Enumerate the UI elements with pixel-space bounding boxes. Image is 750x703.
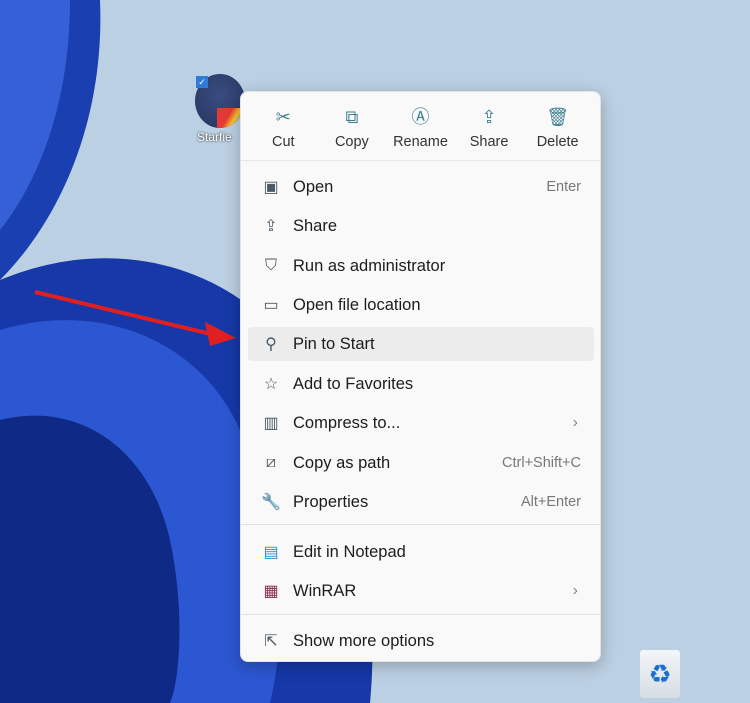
item-label: Properties	[293, 492, 369, 511]
separator	[241, 524, 600, 525]
zip-folder-icon: ▥	[263, 415, 279, 432]
recycle-bin-icon[interactable]: ♻	[640, 650, 680, 698]
menu-item-copy-as-path[interactable]: ⧄ Copy as path Ctrl+Shift+C	[248, 446, 594, 480]
menu-item-add-to-favorites[interactable]: ☆ Add to Favorites	[248, 367, 594, 401]
shortcut: Alt+Enter	[520, 494, 581, 510]
menu-item-pin-to-start[interactable]: ⚲ Pin to Start	[248, 327, 594, 361]
shield-icon: ⛉	[264, 257, 277, 274]
delete-button[interactable]: 🗑 Delete	[523, 92, 592, 160]
share-button[interactable]: ⇪ Share	[455, 92, 524, 160]
context-menu: ✂ Cut ⧉ Copy Ⓐ Rename ⇪ Share 🗑 Delete ▣ Open E…	[240, 91, 601, 662]
item-label: Share	[293, 216, 338, 235]
item-label: Add to Favorites	[293, 374, 414, 393]
menu-item-run-as-admin[interactable]: ⛉ Run as administrator	[248, 249, 594, 283]
context-toolbar: ✂ Cut ⧉ Copy Ⓐ Rename ⇪ Share 🗑 Delete	[241, 92, 600, 161]
star-icon: ☆	[263, 376, 279, 393]
copy-button[interactable]: ⧉ Copy	[318, 92, 387, 160]
rename-label: Rename	[393, 134, 448, 150]
chevron-right-icon: ›	[572, 582, 578, 599]
share-icon: ⇪	[481, 107, 497, 127]
menu-item-open[interactable]: ▣ Open Enter	[248, 170, 594, 204]
expand-icon: ⇱	[264, 633, 278, 650]
share-icon: ⇪	[264, 218, 278, 235]
chevron-right-icon: ›	[572, 414, 578, 431]
menu-item-properties[interactable]: 🔧 Properties Alt+Enter	[248, 485, 594, 519]
shortcut: Ctrl+Shift+C	[502, 455, 581, 471]
rename-icon: Ⓐ	[411, 107, 430, 127]
menu-item-compress[interactable]: ▥ Compress to... ›	[248, 406, 594, 440]
copy-icon: ⧉	[345, 107, 359, 127]
item-label: Run as administrator	[293, 256, 446, 275]
item-label: WinRAR	[293, 581, 357, 600]
cut-button[interactable]: ✂ Cut	[249, 92, 318, 160]
menu-item-show-more-options[interactable]: ⇱ Show more options	[248, 624, 594, 658]
wrench-icon: 🔧	[261, 494, 281, 511]
item-label: Edit in Notepad	[293, 542, 406, 561]
menu-item-winrar[interactable]: ▦ WinRAR ›	[248, 574, 594, 608]
winrar-icon: ▦	[263, 583, 279, 600]
pin-icon: ⚲	[265, 336, 277, 353]
item-label: Show more options	[293, 631, 435, 650]
rename-button[interactable]: Ⓐ Rename	[386, 92, 455, 160]
checkbox-icon[interactable]: ✓	[196, 76, 208, 88]
notepad-icon: ▤	[263, 544, 279, 561]
trash-icon: 🗑	[546, 107, 570, 127]
item-label: Open file location	[293, 295, 421, 314]
scissors-icon: ✂	[275, 107, 291, 127]
item-label: Open	[293, 177, 334, 196]
item-label: Pin to Start	[293, 334, 375, 353]
path-icon: ⧄	[265, 454, 277, 471]
folder-icon: ▭	[263, 297, 279, 314]
shortcut: Enter	[546, 179, 581, 195]
open-icon: ▣	[263, 179, 279, 196]
cut-label: Cut	[272, 134, 295, 150]
menu-item-share[interactable]: ⇪ Share	[248, 209, 594, 243]
copy-label: Copy	[334, 134, 369, 150]
delete-label: Delete	[536, 134, 579, 150]
separator	[241, 614, 600, 615]
item-label: Copy as path	[293, 453, 391, 472]
item-label: Compress to...	[293, 413, 401, 432]
menu-item-open-file-location[interactable]: ▭ Open file location	[248, 288, 594, 322]
share-label: Share	[469, 134, 509, 150]
menu-item-edit-in-notepad[interactable]: ▤ Edit in Notepad	[248, 535, 594, 569]
